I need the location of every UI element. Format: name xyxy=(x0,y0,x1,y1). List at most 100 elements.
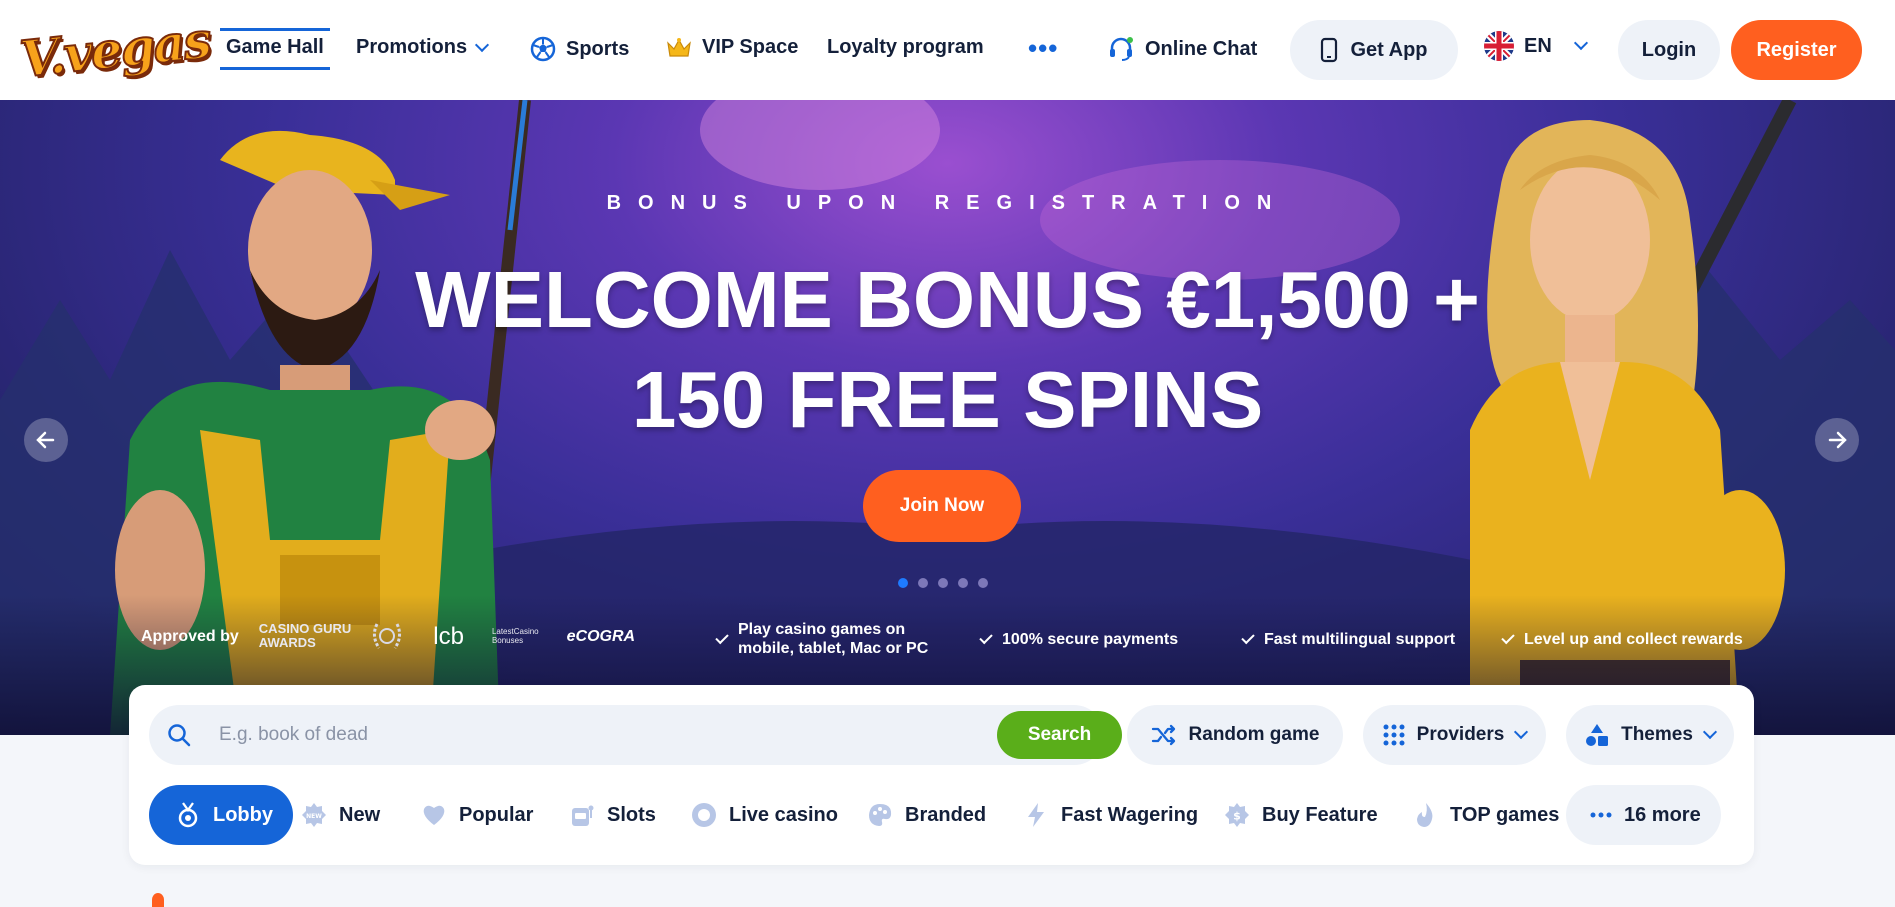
hero-headline: WELCOME BONUS €1,500 + 150 FREE SPINS xyxy=(0,250,1895,450)
feature-secure-payments: 100% secure payments xyxy=(979,630,1179,649)
language-selector[interactable]: EN xyxy=(1484,31,1588,61)
shapes-icon xyxy=(1586,724,1609,746)
hero-eyebrow: BONUS UPON REGISTRATION xyxy=(606,192,1289,214)
grid-dots-icon xyxy=(1383,724,1405,746)
nav-game-hall[interactable]: Game Hall xyxy=(220,28,330,70)
uk-flag-icon xyxy=(1484,31,1514,61)
random-game-label: Random game xyxy=(1188,724,1320,745)
category-live-casino-label: Live casino xyxy=(729,803,838,826)
themes-label: Themes xyxy=(1621,724,1693,745)
nav-promotions[interactable]: Promotions xyxy=(356,36,490,59)
register-label: Register xyxy=(1756,38,1837,61)
category-top-games[interactable]: TOP games xyxy=(1412,785,1559,845)
category-new[interactable]: NEW New xyxy=(301,785,380,845)
category-more-button[interactable]: 16 more xyxy=(1566,785,1721,845)
nav-online-chat-label: Online Chat xyxy=(1145,37,1258,60)
heart-icon xyxy=(423,805,445,825)
svg-text:$: $ xyxy=(1233,810,1241,823)
game-search-panel: Search Random game Providers Themes Lobb… xyxy=(129,685,1754,865)
register-button[interactable]: Register xyxy=(1731,20,1862,80)
more-nav-button[interactable]: ••• xyxy=(1028,35,1058,61)
soccer-ball-icon xyxy=(530,36,556,62)
top-header: V.vegas Game Hall Promotions Sports VIP … xyxy=(0,0,1895,100)
category-fast-wagering[interactable]: Fast Wagering xyxy=(1023,785,1198,845)
random-game-button[interactable]: Random game xyxy=(1127,705,1343,765)
latest-casino-bonuses-logo: LatestCasino Bonuses xyxy=(491,627,539,645)
carousel-dot[interactable] xyxy=(938,578,948,588)
category-slots-label: Slots xyxy=(607,803,656,826)
themes-dropdown[interactable]: Themes xyxy=(1566,705,1734,765)
approved-by-strip: Approved by CASINO GURU AWARDS lcb Latest… xyxy=(141,620,635,652)
category-fast-wagering-label: Fast Wagering xyxy=(1061,803,1199,826)
join-now-button[interactable]: Join Now xyxy=(863,470,1021,542)
ecogra-logo: eCOGRA xyxy=(566,627,636,645)
medal-icon xyxy=(178,802,198,828)
login-button[interactable]: Login xyxy=(1618,20,1720,80)
get-app-label: Get App xyxy=(1350,38,1428,61)
category-lobby-label: Lobby xyxy=(213,803,273,826)
providers-label: Providers xyxy=(1416,724,1505,745)
hero-banner: BONUS UPON REGISTRATION WELCOME BONUS €1… xyxy=(0,100,1895,735)
category-slots[interactable]: Slots xyxy=(569,785,656,845)
carousel-next-button[interactable] xyxy=(1815,418,1859,462)
checkmark-icon xyxy=(1241,630,1255,645)
chevron-down-icon xyxy=(475,37,490,52)
category-live-casino[interactable]: Live casino xyxy=(691,785,838,845)
search-box: Search xyxy=(149,705,1122,765)
carousel-dot[interactable] xyxy=(918,578,928,588)
category-popular-label: Popular xyxy=(459,803,534,826)
category-new-label: New xyxy=(339,803,381,826)
category-branded-label: Branded xyxy=(905,803,987,826)
category-buy-feature[interactable]: $ Buy Feature xyxy=(1224,785,1378,845)
category-branded[interactable]: Branded xyxy=(867,785,986,845)
hero-headline-line1: WELCOME BONUS €1,500 + xyxy=(415,255,1480,344)
language-label: EN xyxy=(1524,34,1552,57)
nav-vip-space-label: VIP Space xyxy=(702,36,799,58)
category-lobby[interactable]: Lobby xyxy=(149,785,293,845)
laurel-badge-icon xyxy=(373,623,402,649)
svg-text:NEW: NEW xyxy=(306,813,322,820)
lcb-logo: lcb xyxy=(433,622,464,650)
site-logo[interactable]: V.vegas xyxy=(16,9,213,90)
feature-multilingual-support-text: Fast multilingual support xyxy=(1264,631,1456,648)
nav-online-chat[interactable]: Online Chat xyxy=(1107,36,1257,62)
checkmark-icon xyxy=(1501,630,1515,645)
approved-by-label: Approved by xyxy=(141,627,239,645)
smartphone-icon xyxy=(1321,37,1338,63)
dollar-badge-icon: $ xyxy=(1225,803,1249,827)
category-more-label: 16 more xyxy=(1624,803,1701,826)
section-flame-icon xyxy=(152,893,164,907)
search-input[interactable] xyxy=(219,705,939,765)
more-dots-icon xyxy=(1590,812,1612,818)
chevron-down-icon xyxy=(1514,724,1529,740)
search-icon xyxy=(168,724,191,747)
feature-multilingual-support: Fast multilingual support xyxy=(1241,630,1456,649)
nav-promotions-label: Promotions xyxy=(356,36,468,58)
checkmark-icon xyxy=(979,630,993,645)
shuffle-icon xyxy=(1151,724,1175,746)
feature-rewards-text: Level up and collect rewards xyxy=(1524,631,1743,648)
category-popular[interactable]: Popular xyxy=(421,785,533,845)
casino-guru-awards-logo: CASINO GURU AWARDS xyxy=(258,621,352,650)
feature-devices: Play casino games on mobile, tablet, Mac … xyxy=(715,620,929,658)
palette-icon xyxy=(869,804,892,826)
nav-loyalty-program[interactable]: Loyalty program xyxy=(827,36,984,59)
nav-vip-space[interactable]: VIP Space xyxy=(666,36,798,59)
get-app-button[interactable]: Get App xyxy=(1290,20,1458,80)
search-button[interactable]: Search xyxy=(997,711,1122,759)
login-label: Login xyxy=(1641,38,1697,61)
logo-text: V.vegas xyxy=(16,9,213,90)
flame-icon xyxy=(1417,803,1433,827)
carousel-dot[interactable] xyxy=(958,578,968,588)
feature-devices-text: Play casino games on mobile, tablet, Mac … xyxy=(738,621,929,657)
chevron-down-icon xyxy=(1702,724,1717,740)
carousel-prev-button[interactable] xyxy=(24,418,68,462)
crown-icon xyxy=(667,37,691,57)
carousel-dot[interactable] xyxy=(978,578,988,588)
nav-sports[interactable]: Sports xyxy=(530,36,629,62)
checkmark-icon xyxy=(715,630,729,644)
poker-chip-icon xyxy=(692,803,716,827)
feature-secure-payments-text: 100% secure payments xyxy=(1002,631,1179,648)
providers-dropdown[interactable]: Providers xyxy=(1363,705,1546,765)
carousel-dot[interactable] xyxy=(898,578,908,588)
